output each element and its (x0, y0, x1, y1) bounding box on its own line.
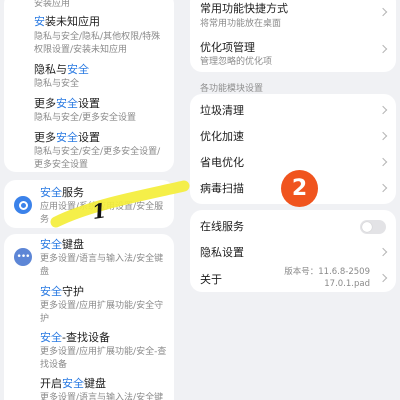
result-title: 安全服务 (40, 186, 84, 199)
module-label: 垃圾清理 (200, 104, 244, 117)
module-row-power-saving[interactable]: 省电优化 (190, 152, 396, 172)
module-row-speed-up[interactable]: 优化加速 (190, 126, 396, 146)
settings-bottom-card: 在线服务 隐私设置 关于 版本号：11.6.8-2509 17.0.1.pad (190, 210, 396, 292)
chevron-right-icon (378, 183, 388, 193)
result-desc: 应用设置/系统应用设置/安全服务 (40, 202, 164, 225)
modules-section-header: 各功能模块设置 (200, 84, 264, 94)
online-service-row[interactable]: 在线服务 (190, 216, 396, 236)
privacy-settings-label: 隐私设置 (200, 246, 244, 259)
chevron-right-icon (378, 7, 388, 17)
chevron-right-icon (378, 247, 388, 257)
about-row[interactable]: 关于 版本号：11.6.8-2509 17.0.1.pad (190, 266, 396, 292)
search-result-enable-secure-keyboard[interactable]: 开启安全键盘 更多设置/语言与输入法/安全键 (4, 374, 174, 400)
shortcut-label: 常用功能快捷方式 (200, 2, 288, 15)
version-line-2: 17.0.1.pad (324, 279, 370, 289)
chevron-right-icon (378, 105, 388, 115)
result-desc: 隐私与安全/更多安全设置 (34, 113, 137, 123)
chevron-right-icon (378, 273, 388, 283)
result-title: 更多安全设置 (34, 131, 100, 144)
security-service-card[interactable]: 安全服务 应用设置/系统应用设置/安全服务 (4, 180, 174, 228)
result-desc: 更多设置/应用扩展功能/安全守护 (40, 301, 164, 324)
result-title: 安全键盘 (40, 238, 84, 251)
chevron-right-icon (378, 44, 388, 54)
results-card-bottom: ••• 安全键盘 更多设置/语言与输入法/安全键盘 安全守护 更多设置/应用扩展… (4, 234, 174, 400)
result-title: 安装未知应用 (34, 15, 100, 28)
search-result-more-security-1[interactable]: 更多安全设置 隐私与安全/更多安全设置 (4, 94, 174, 124)
privacy-settings-row[interactable]: 隐私设置 (190, 242, 396, 262)
version-text: 版本号：11.6.8-2509 17.0.1.pad (280, 266, 370, 290)
search-result-privacy-security[interactable]: 隐私与安全 隐私与安全 (4, 60, 174, 90)
search-result-install-unknown[interactable]: 安装未知应用 隐私与安全/隐私/其他权限/特殊权限设置/安装未知应用 (4, 12, 174, 58)
result-desc: 隐私与安全/隐私/其他权限/特殊权限设置/安装未知应用 (34, 32, 161, 55)
result-desc: 更多设置/应用扩展功能/安全-查找设备 (40, 347, 167, 370)
online-service-label: 在线服务 (200, 220, 244, 233)
result-title: 更多安全设置 (34, 97, 100, 110)
module-row-junk-clean[interactable]: 垃圾清理 (190, 100, 396, 120)
annotation-badge-2: 2 (281, 170, 318, 207)
search-result-secure-keyboard[interactable]: 安全键盘 更多设置/语言与输入法/安全键盘 (4, 234, 174, 278)
results-card-top: 安装应用 安装未知应用 隐私与安全/隐私/其他权限/特殊权限设置/安装未知应用 … (4, 0, 174, 172)
toggle-knob (362, 222, 372, 232)
result-desc: 更多设置/语言与输入法/安全键盘 (40, 254, 164, 277)
optimize-items-sub: 管理忽略的优化项 (200, 57, 273, 67)
result-title: 安全守护 (40, 285, 84, 298)
result-title: 开启安全键盘 (40, 377, 106, 390)
result-title: 安全-查找设备 (40, 331, 110, 344)
module-label: 优化加速 (200, 130, 244, 143)
search-result-more-security-2[interactable]: 更多安全设置 隐私与安全/安全/更多安全设置/更多安全设置 (4, 128, 174, 172)
search-result-find-device[interactable]: 安全-查找设备 更多设置/应用扩展功能/安全-查找设备 (4, 328, 174, 372)
shortcut-card: 常用功能快捷方式 将常用功能放在桌面 优化项管理 管理忽略的优化项 (190, 0, 396, 72)
version-line-1: 版本号：11.6.8-2509 (284, 267, 370, 277)
search-result-security-guard[interactable]: 安全守护 更多设置/应用扩展功能/安全守护 (4, 282, 174, 326)
result-desc: 安装应用 (34, 0, 71, 9)
chevron-right-icon (378, 157, 388, 167)
result-desc: 隐私与安全/安全/更多安全设置/更多安全设置 (34, 147, 161, 170)
shortcut-sub: 将常用功能放在桌面 (200, 19, 282, 29)
about-label: 关于 (200, 273, 222, 286)
shortcut-row[interactable]: 常用功能快捷方式 将常用功能放在桌面 (190, 0, 396, 32)
module-label: 省电优化 (200, 156, 244, 169)
result-desc: 更多设置/语言与输入法/安全键 (40, 393, 164, 400)
result-desc: 隐私与安全 (34, 79, 80, 89)
chevron-right-icon (378, 131, 388, 141)
online-service-toggle[interactable] (360, 220, 386, 234)
search-result-security-service[interactable]: 安全服务 应用设置/系统应用设置/安全服务 (4, 180, 174, 228)
result-title: 隐私与安全 (34, 63, 89, 76)
module-label: 病毒扫描 (200, 182, 244, 195)
search-result-fragment[interactable]: 安装应用 (4, 0, 174, 10)
optimize-items-label: 优化项管理 (200, 41, 255, 54)
optimize-items-row[interactable]: 优化项管理 管理忽略的优化项 (190, 38, 396, 68)
